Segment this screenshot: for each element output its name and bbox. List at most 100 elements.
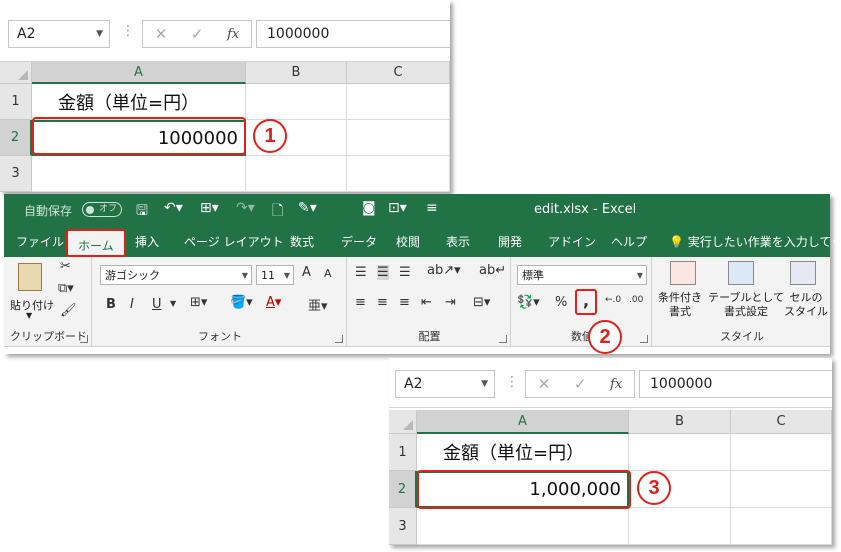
cell-b3[interactable] (629, 508, 731, 545)
column-header-a[interactable]: A (32, 62, 246, 84)
cell-c3[interactable] (731, 508, 832, 545)
cell-styles-icon[interactable] (790, 261, 816, 285)
cell-c3[interactable] (347, 156, 450, 192)
dialog-launcher-icon[interactable] (80, 335, 88, 343)
format-as-table-icon[interactable] (728, 261, 754, 285)
clipboard-icon[interactable] (18, 263, 42, 291)
select-all-corner[interactable] (389, 410, 417, 434)
drag-handle-icon[interactable]: ⋮ (121, 23, 135, 39)
phonetic-icon[interactable]: 亜▾ (308, 295, 328, 314)
cell-a1[interactable]: 金額（単位=円） (417, 434, 629, 471)
cell-styles-button[interactable]: セルの スタイル (784, 291, 828, 319)
column-header-b[interactable]: B (629, 410, 731, 434)
italic-button[interactable]: I (130, 297, 134, 312)
row-header-3[interactable]: 3 (389, 508, 417, 545)
row-header-2[interactable]: 2 (389, 471, 417, 508)
tab-formulas[interactable]: 数式 (290, 233, 314, 250)
print-preview-icon[interactable]: 🗋 (272, 200, 283, 224)
cell-b1[interactable] (246, 84, 347, 120)
formula-input[interactable]: 1000000 (639, 370, 832, 398)
font-name-select[interactable]: 游ゴシック ▼ (100, 265, 252, 285)
tab-data[interactable]: データ (341, 233, 377, 250)
grow-font-icon[interactable]: A (302, 265, 311, 280)
chevron-down-icon[interactable]: ▼ (481, 379, 488, 389)
chevron-down-icon[interactable]: ▼ (637, 271, 643, 280)
conditional-formatting-button[interactable]: 条件付き 書式 (658, 291, 702, 319)
fill-color-icon[interactable]: 🪣▾ (230, 295, 253, 310)
row-header-3[interactable]: 3 (0, 156, 32, 192)
cut-icon[interactable]: ✂ (60, 259, 71, 274)
row-header-2[interactable]: 2 (0, 120, 32, 156)
paste-dropdown-icon[interactable]: ▼ (26, 311, 32, 320)
row-header-1[interactable]: 1 (0, 84, 32, 120)
bottom-align-icon[interactable]: ☰ (399, 265, 411, 280)
column-header-c[interactable]: C (731, 410, 832, 434)
percent-style-button[interactable]: % (555, 295, 567, 310)
tab-home[interactable]: ホーム (66, 229, 126, 257)
cell-b1[interactable] (629, 434, 731, 471)
chevron-down-icon[interactable]: ▼ (242, 271, 248, 280)
comma-style-button[interactable]: , (575, 289, 597, 315)
copy-icon[interactable]: ⧉▾ (58, 281, 74, 296)
cell-c1[interactable] (347, 84, 450, 120)
align-left-icon[interactable]: ≡ (355, 295, 366, 310)
font-color-icon[interactable]: A▾ (266, 295, 281, 310)
top-align-icon[interactable]: ☰ (355, 265, 367, 280)
cancel-icon[interactable]: ✕ (538, 375, 551, 393)
form-icon[interactable]: ✎▾ (298, 200, 317, 216)
accounting-format-icon[interactable]: 💱▾ (517, 295, 540, 310)
orientation-icon[interactable]: ab↗▾ (427, 263, 461, 278)
tab-view[interactable]: 表示 (446, 233, 470, 250)
tell-me-box[interactable]: 💡 実行したい作業を入力してくだ (669, 233, 841, 250)
tab-insert[interactable]: 挿入 (135, 233, 159, 250)
underline-dropdown-icon[interactable]: ▼ (170, 299, 176, 308)
cell-c1[interactable] (731, 434, 832, 471)
cancel-icon[interactable]: ✕ (155, 25, 168, 43)
dialog-launcher-icon[interactable] (499, 335, 507, 343)
cell-a3[interactable] (32, 156, 246, 192)
customize-qat-icon[interactable]: ≡ (426, 200, 438, 216)
wrap-text-icon[interactable]: ab↵ (479, 263, 506, 278)
insert-function-icon[interactable]: fx (227, 27, 239, 42)
name-box[interactable]: A2 ▼ (8, 20, 110, 48)
underline-button[interactable]: U (152, 297, 162, 312)
cell-a3[interactable] (417, 508, 629, 545)
column-header-a[interactable]: A (417, 410, 629, 434)
select-objects-icon[interactable]: ⊡▾ (388, 200, 407, 216)
column-header-c[interactable]: C (347, 62, 450, 84)
borders-icon[interactable]: ⊞▾ (190, 295, 207, 310)
dialog-launcher-icon[interactable] (335, 335, 343, 343)
drag-handle-icon[interactable]: ⋮ (505, 374, 519, 390)
name-box[interactable]: A2 ▼ (395, 370, 495, 398)
cell-a1[interactable]: 金額（単位=円） (32, 84, 246, 120)
save-icon[interactable]: 🖫 (136, 200, 148, 224)
column-header-b[interactable]: B (246, 62, 347, 84)
format-as-table-button[interactable]: テーブルとして 書式設定 (708, 291, 784, 319)
tab-help[interactable]: ヘルプ (611, 233, 647, 250)
align-center-icon[interactable]: ≡ (377, 295, 388, 310)
cell-b3[interactable] (246, 156, 347, 192)
increase-indent-icon[interactable]: ⇥ (445, 295, 456, 310)
enter-icon[interactable]: ✓ (191, 25, 204, 43)
tab-developer[interactable]: 開発 (498, 233, 522, 250)
select-all-corner[interactable] (0, 62, 32, 84)
dialog-launcher-icon[interactable] (640, 335, 648, 343)
row-header-1[interactable]: 1 (389, 434, 417, 471)
tab-addins[interactable]: アドイン (548, 233, 596, 250)
decrease-indent-icon[interactable]: ⇤ (421, 295, 432, 310)
increase-decimal-icon[interactable]: ←.0 (605, 295, 621, 305)
cell-c2[interactable] (347, 120, 450, 156)
undo-icon[interactable]: ↶▾ (164, 200, 183, 216)
merge-center-icon[interactable]: ⊟▾ (473, 295, 490, 310)
tab-file[interactable]: ファイル (16, 233, 64, 250)
cell-c2[interactable] (731, 471, 832, 508)
tab-review[interactable]: 校閲 (396, 233, 420, 250)
format-painter-icon[interactable]: 🖌 (60, 303, 77, 318)
chevron-down-icon[interactable]: ▼ (284, 271, 290, 280)
shrink-font-icon[interactable]: A (324, 267, 332, 280)
tab-page-layout[interactable]: ページ レイアウト (184, 233, 284, 250)
autosave-toggle[interactable]: オフ (82, 202, 122, 217)
formula-input[interactable]: 1000000 (256, 20, 450, 48)
font-size-select[interactable]: 11 ▼ (256, 265, 294, 285)
insert-function-icon[interactable]: fx (610, 377, 622, 392)
